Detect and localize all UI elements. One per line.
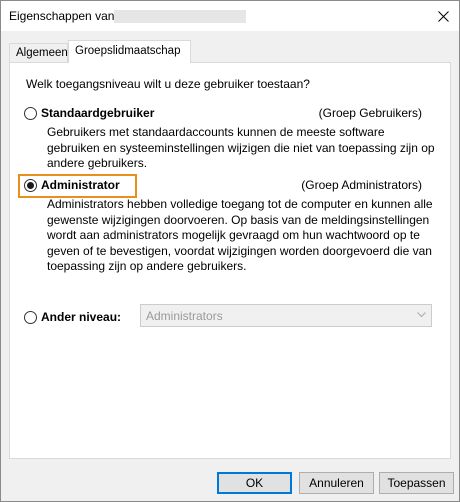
ok-button[interactable]: OK <box>217 472 292 494</box>
administrator-description: Administrators hebben volledige toegang … <box>47 197 433 273</box>
other-level-select: Administrators <box>140 304 432 327</box>
administrator-label[interactable]: Administrator <box>41 178 120 192</box>
administrator-radio[interactable] <box>24 179 37 192</box>
standard-user-radio[interactable] <box>24 107 37 120</box>
administrator-group: (Groep Administrators) <box>301 178 422 192</box>
apply-button[interactable]: Toepassen <box>379 472 454 494</box>
tab-general[interactable]: Algemeen <box>9 43 68 62</box>
tab-panel: Welk toegangsniveau wilt u deze gebruike… <box>9 62 451 459</box>
standard-user-group: (Groep Gebruikers) <box>318 106 422 120</box>
other-level-select-value: Administrators <box>146 309 223 323</box>
properties-dialog: Eigenschappen van Algemeen Groepslidmaat… <box>0 0 460 502</box>
tab-group-membership[interactable]: Groepslidmaatschap <box>68 40 191 63</box>
other-level-radio[interactable] <box>24 311 37 324</box>
standard-user-description: Gebruikers met standaardaccounts kunnen … <box>47 125 435 170</box>
window-title: Eigenschappen van <box>9 9 115 23</box>
standard-user-label[interactable]: Standaardgebruiker <box>41 106 154 120</box>
cancel-button[interactable]: Annuleren <box>299 472 374 494</box>
title-bar: Eigenschappen van <box>1 1 459 31</box>
close-button[interactable] <box>427 1 459 31</box>
close-icon <box>437 10 449 22</box>
other-level-label[interactable]: Ander niveau: <box>41 310 121 324</box>
access-level-question: Welk toegangsniveau wilt u deze gebruike… <box>26 77 310 91</box>
redacted-username <box>114 10 246 23</box>
chevron-down-icon <box>417 312 426 318</box>
